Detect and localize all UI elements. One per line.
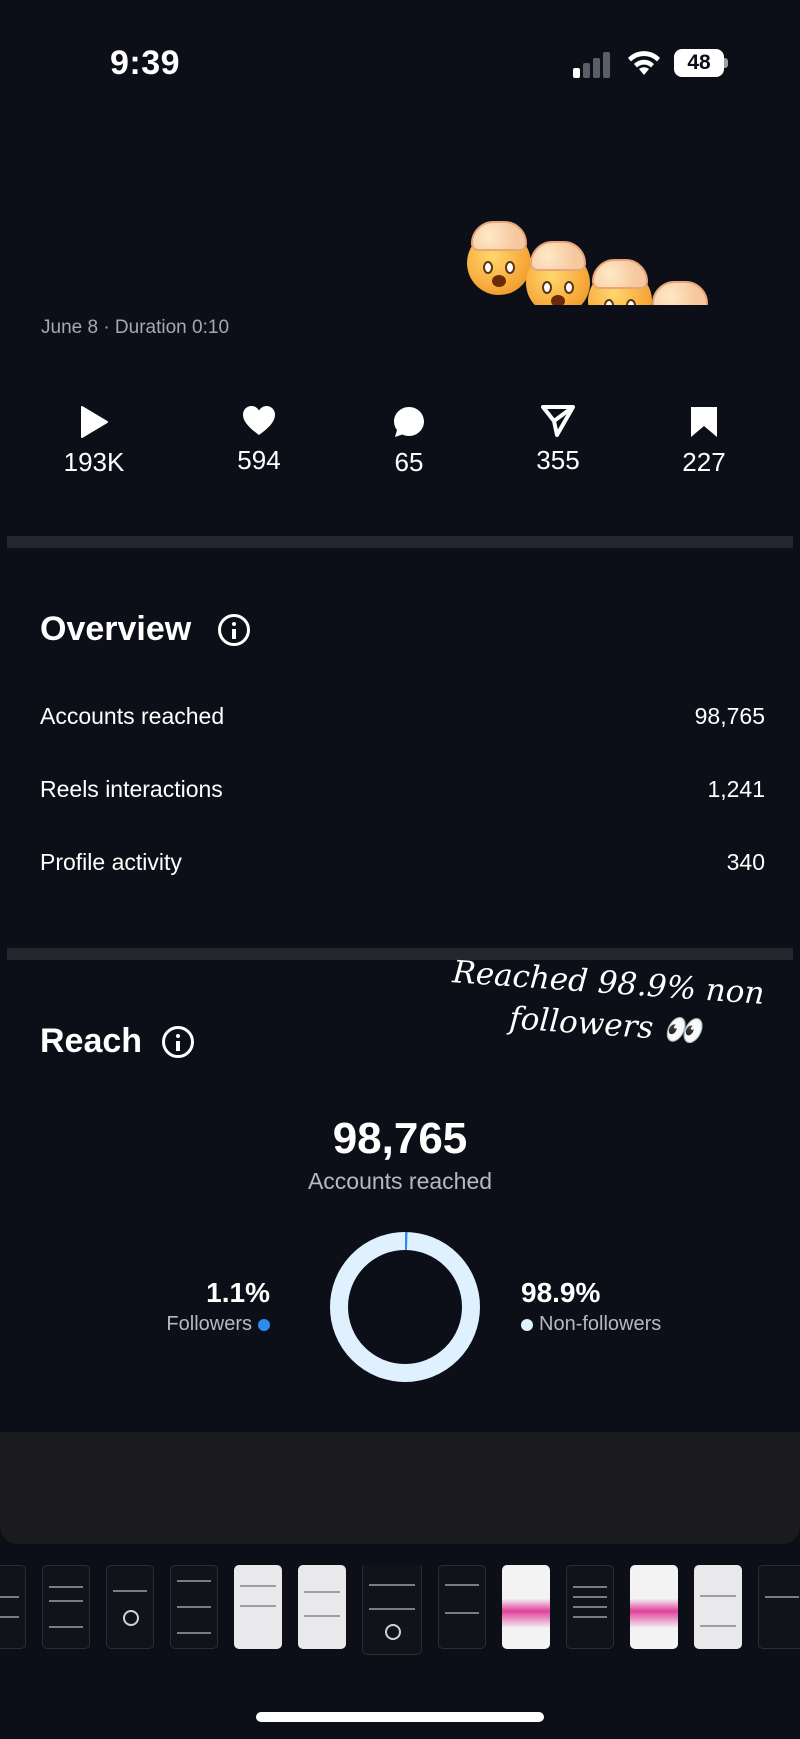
non-followers-dot-icon <box>521 1318 533 1331</box>
followers-label: Followers <box>166 1313 252 1335</box>
accounts-reached-label: Accounts reached <box>307 1168 493 1194</box>
followers-legend: 1.1% Followers <box>166 1277 270 1336</box>
non-followers-legend: 98.9% Non-followers <box>521 1277 661 1336</box>
likes-count: 594 <box>237 445 281 475</box>
likes-stat: 594 <box>204 405 314 476</box>
thumbnail[interactable] <box>234 1565 282 1649</box>
thumbnail[interactable] <box>502 1565 550 1649</box>
overview-section: Overview Accounts reached 98,765 Reels i… <box>7 548 793 948</box>
thumbnail-selected[interactable] <box>362 1565 422 1655</box>
accounts-reached-total: 98,765 <box>332 1114 468 1163</box>
comments-stat: 65 <box>354 405 464 478</box>
status-time: 9:39 <box>110 44 181 82</box>
reach-title: Reach <box>40 1022 143 1060</box>
followers-percent: 1.1% <box>206 1277 270 1308</box>
mind-blown-emoji-icon <box>467 221 531 295</box>
sheet-bottom-area <box>0 1432 800 1544</box>
reach-info-icon[interactable] <box>162 1026 194 1058</box>
thumbnail[interactable] <box>170 1565 218 1649</box>
photo-thumbnail-strip[interactable] <box>0 1565 800 1665</box>
thumbnail[interactable] <box>106 1565 154 1649</box>
heart-icon <box>243 406 275 435</box>
comment-icon <box>394 407 424 437</box>
saves-count: 227 <box>682 447 726 477</box>
metric-label: Profile activity <box>40 849 182 875</box>
thumbnail[interactable] <box>566 1565 614 1649</box>
plays-count: 193K <box>63 447 125 477</box>
section-divider <box>7 948 793 960</box>
saves-stat: 227 <box>649 405 759 478</box>
metric-value: 98,765 <box>694 703 765 729</box>
non-followers-percent: 98.9% <box>521 1277 601 1308</box>
play-icon <box>81 406 108 438</box>
wifi-icon <box>628 51 660 75</box>
comments-count: 65 <box>394 447 424 477</box>
non-followers-label: Non-followers <box>539 1313 662 1335</box>
shares-count: 355 <box>536 445 580 475</box>
battery-icon: 48 <box>674 49 728 77</box>
reach-section: Reached 98.9% non followers 👀 Reach 98,7… <box>7 954 793 1432</box>
metric-value: 1,241 <box>707 776 765 802</box>
reach-donut-chart <box>330 1232 480 1382</box>
followers-dot-icon <box>258 1318 270 1331</box>
metric-value: 340 <box>726 849 765 875</box>
metric-label: Accounts reached <box>40 703 225 729</box>
donut-non-followers-segment <box>330 1232 480 1382</box>
status-bar: 9:39 48 <box>0 0 800 130</box>
battery-level: 48 <box>674 49 724 77</box>
plays-stat: 193K <box>39 405 149 478</box>
share-icon <box>541 405 575 437</box>
post-stats-card: June 8 · Duration 0:10 193K 594 65 355 2… <box>7 305 793 535</box>
thumbnail[interactable] <box>298 1565 346 1649</box>
post-date-duration: June 8 · Duration 0:10 <box>41 317 230 338</box>
home-indicator[interactable] <box>256 1712 544 1722</box>
bookmark-icon <box>691 407 717 437</box>
overview-title: Overview <box>40 610 192 648</box>
annotation-text: Reached 98.9% non followers 👀 <box>451 954 766 1050</box>
shares-stat: 355 <box>503 405 613 476</box>
cellular-signal-icon <box>573 52 613 78</box>
thumbnail[interactable] <box>694 1565 742 1649</box>
overview-info-icon[interactable] <box>218 614 250 646</box>
thumbnail[interactable] <box>42 1565 90 1649</box>
thumbnail[interactable] <box>630 1565 678 1649</box>
thumbnail[interactable] <box>438 1565 486 1649</box>
section-divider <box>7 536 793 548</box>
thumbnail[interactable] <box>0 1565 26 1649</box>
thumbnail[interactable] <box>758 1565 800 1649</box>
metric-label: Reels interactions <box>40 776 223 802</box>
